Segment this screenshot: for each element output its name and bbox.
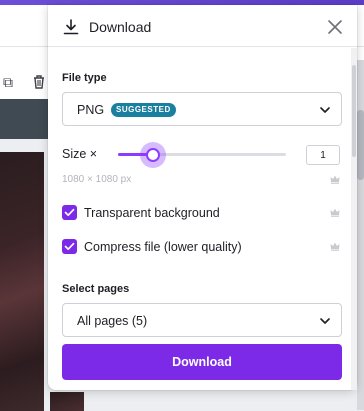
- file-type-label: File type: [62, 72, 107, 84]
- crown-icon: [330, 208, 340, 217]
- chevron-down-icon: [320, 107, 330, 113]
- select-pages-dropdown[interactable]: All pages (5): [62, 303, 342, 337]
- transparent-background-checkbox[interactable]: [62, 205, 77, 220]
- crown-icon: [330, 175, 340, 184]
- output-dimensions: 1080 × 1080 px: [62, 174, 132, 185]
- size-label: Size ×: [62, 147, 98, 161]
- panel-title: Download: [89, 19, 152, 35]
- panel-body: File type PNG SUGGESTED Size × 1080 × 10…: [48, 48, 351, 390]
- download-button[interactable]: Download: [62, 344, 342, 380]
- canvas-photo[interactable]: [0, 152, 44, 411]
- chevron-down-icon: [320, 318, 330, 324]
- close-icon[interactable]: [325, 17, 345, 37]
- size-slider[interactable]: [118, 142, 286, 168]
- duplicate-page-icon[interactable]: ⧉: [0, 74, 16, 90]
- suggested-badge: SUGGESTED: [111, 103, 176, 117]
- select-pages-label: Select pages: [62, 283, 130, 295]
- compress-file-checkbox[interactable]: [62, 239, 77, 254]
- file-type-select[interactable]: PNG SUGGESTED: [62, 92, 342, 126]
- canvas-photo-thumbnail[interactable]: [50, 392, 84, 411]
- file-type-value: PNG: [77, 103, 105, 117]
- crown-icon: [330, 242, 340, 251]
- compress-file-option[interactable]: Compress file (lower quality): [62, 238, 342, 256]
- transparent-background-label: Transparent background: [84, 206, 220, 220]
- panel-scrollbar-thumb[interactable]: [352, 65, 356, 157]
- app-scrollbar-thumb[interactable]: [357, 110, 364, 180]
- panel-header: Download: [48, 5, 357, 47]
- download-panel: Download File type PNG SUGGESTED Size × …: [48, 5, 357, 390]
- size-value-input[interactable]: [306, 145, 340, 165]
- checkmark-icon: [64, 208, 75, 217]
- delete-page-icon[interactable]: [31, 74, 47, 90]
- transparent-background-option[interactable]: Transparent background: [62, 204, 342, 222]
- checkmark-icon: [64, 242, 75, 251]
- download-icon: [63, 19, 79, 35]
- compress-file-label: Compress file (lower quality): [84, 240, 242, 254]
- select-pages-value: All pages (5): [77, 314, 148, 328]
